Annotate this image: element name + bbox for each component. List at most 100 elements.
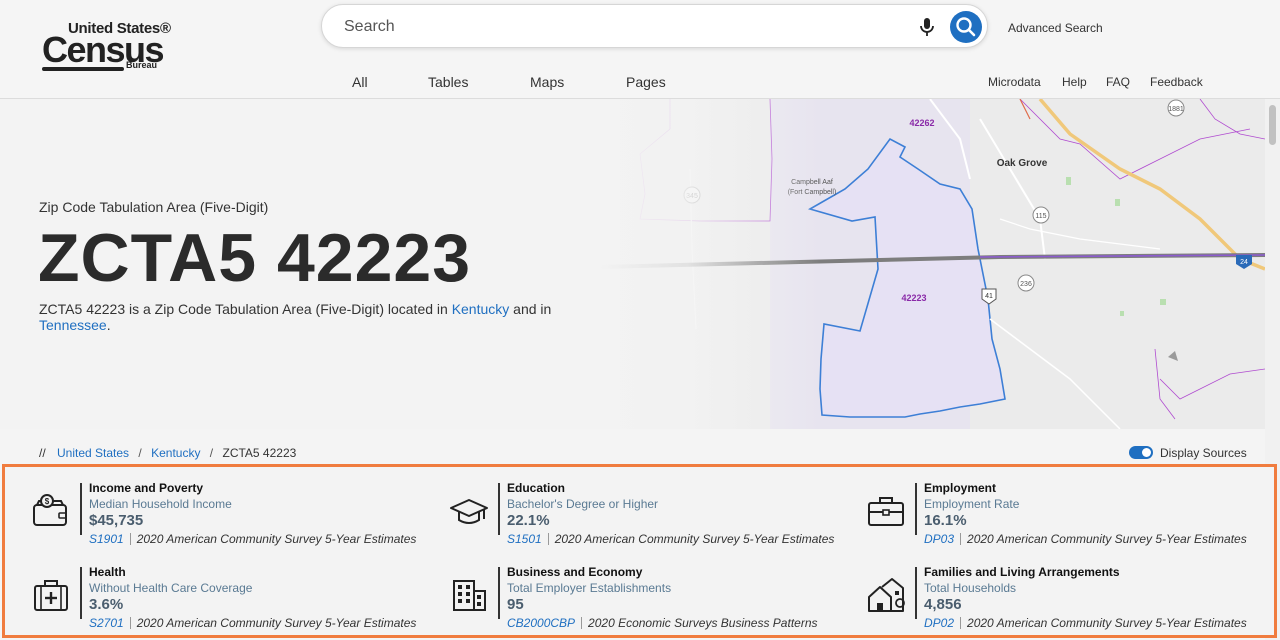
route-115-label: 115 (1035, 213, 1046, 220)
breadcrumb-separator: / (209, 446, 214, 460)
stat-divider (498, 567, 500, 619)
route-1881-label: 1881 (1168, 106, 1184, 113)
site-header: United States® Census Bureau Advanced Se… (0, 0, 1280, 99)
breadcrumb-current: ZCTA5 42223 (222, 446, 297, 460)
stat-source-text: 2020 American Community Survey 5-Year Es… (136, 532, 417, 546)
stat-value: 3.6% (89, 596, 124, 613)
zcta-42223-label: 42223 (901, 293, 926, 303)
display-sources-toggle[interactable] (1129, 446, 1153, 459)
oak-grove-label: Oak Grove (997, 158, 1048, 169)
scrollbar-thumb[interactable] (1269, 105, 1276, 145)
display-sources-label: Display Sources (1160, 446, 1247, 460)
stat-source-text: 2020 Economic Surveys Business Patterns (588, 616, 818, 630)
desc-prefix: ZCTA5 42223 is a Zip Code Tabulation Are… (39, 301, 452, 317)
building-icon (453, 580, 486, 611)
map-fade-overlay (600, 99, 820, 429)
interstate-24-label: 24 (1240, 259, 1248, 266)
tab-pages[interactable]: Pages (626, 74, 666, 90)
microdata-link[interactable]: Microdata (988, 75, 1041, 89)
stat-category: Families and Living Arrangements (924, 565, 1120, 579)
breadcrumb-kentucky[interactable]: Kentucky (151, 446, 200, 460)
tennessee-link[interactable]: Tennessee (39, 317, 107, 333)
stat-divider (498, 483, 500, 535)
search-icon (956, 17, 976, 37)
route-41-label: 41 (985, 293, 993, 300)
stat-category: Education (507, 481, 566, 495)
stat-value: 16.1% (924, 512, 967, 529)
table-code-link[interactable]: S1501 (507, 532, 542, 546)
stat-health[interactable]: Health Without Health Care Coverage 3.6%… (31, 565, 431, 635)
desc-mid: and in (509, 301, 552, 317)
microphone-icon[interactable] (916, 16, 938, 38)
stats-panel: $ Income and Poverty Median Household In… (2, 464, 1277, 638)
stat-metric: Median Household Income (89, 497, 232, 511)
stat-category: Health (89, 565, 126, 579)
stat-source: DP02 2020 American Community Survey 5-Yea… (924, 616, 1247, 630)
houses-icon (868, 578, 905, 612)
geo-description: ZCTA5 42223 is a Zip Code Tabulation Are… (39, 301, 559, 333)
geo-type-subtitle: Zip Code Tabulation Area (Five-Digit) (39, 199, 269, 215)
stat-value: 95 (507, 596, 524, 613)
help-link[interactable]: Help (1062, 75, 1087, 89)
stat-source-text: 2020 American Community Survey 5-Year Es… (136, 616, 417, 630)
stat-source: S2701 2020 American Community Survey 5-Ye… (89, 616, 416, 630)
tab-maps[interactable]: Maps (530, 74, 564, 90)
tab-tables[interactable]: Tables (428, 74, 468, 90)
stat-business-economy[interactable]: Business and Economy Total Employer Esta… (449, 565, 849, 635)
stat-source-text: 2020 American Community Survey 5-Year Es… (967, 532, 1247, 546)
search-bar (321, 4, 988, 48)
stat-divider (915, 483, 917, 535)
zcta-42262-label: 42262 (909, 118, 934, 128)
stat-divider (915, 567, 917, 619)
stat-value: 4,856 (924, 596, 962, 613)
advanced-search-link[interactable]: Advanced Search (1008, 21, 1103, 35)
kentucky-link[interactable]: Kentucky (452, 301, 510, 317)
stat-divider (80, 567, 82, 619)
stat-metric: Total Households (924, 581, 1017, 595)
stat-income-poverty[interactable]: $ Income and Poverty Median Household In… (31, 481, 431, 551)
medical-kit-icon (34, 580, 68, 611)
stat-source-text: 2020 American Community Survey 5-Year Es… (967, 616, 1247, 630)
table-code-link[interactable]: DP03 (924, 532, 954, 546)
table-code-link[interactable]: CB2000CBP (507, 616, 575, 630)
stat-source: S1501 2020 American Community Survey 5-Ye… (507, 532, 834, 546)
census-logo[interactable]: United States® Census Bureau (42, 20, 172, 74)
stat-category: Business and Economy (507, 565, 643, 579)
page-title: ZCTA5 42223 (38, 220, 472, 296)
stat-source: S1901 2020 American Community Survey 5-Ye… (89, 532, 416, 546)
stat-source: CB2000CBP 2020 Economic Surveys Business … (507, 616, 818, 630)
stat-divider (80, 483, 82, 535)
breadcrumb-separator: / (138, 446, 142, 460)
stat-source: DP03 2020 American Community Survey 5-Yea… (924, 532, 1247, 546)
faq-link[interactable]: FAQ (1106, 75, 1130, 89)
stat-source-text: 2020 American Community Survey 5-Year Es… (554, 532, 835, 546)
briefcase-icon (868, 497, 904, 526)
stat-value: $45,735 (89, 512, 144, 529)
stat-metric: Total Employer Establishments (507, 581, 672, 595)
wallet-icon: $ (33, 494, 67, 526)
breadcrumb: // United States / Kentucky / ZCTA5 4222… (39, 446, 296, 460)
table-code-link[interactable]: S1901 (89, 532, 124, 546)
breadcrumb-united-states[interactable]: United States (57, 446, 129, 460)
stat-metric: Employment Rate (924, 497, 1020, 511)
search-button[interactable] (950, 11, 982, 43)
graduation-cap-icon (450, 499, 488, 524)
feedback-link[interactable]: Feedback (1150, 75, 1203, 89)
table-code-link[interactable]: DP02 (924, 616, 954, 630)
table-code-link[interactable]: S2701 (89, 616, 124, 630)
stat-category: Employment (924, 481, 997, 495)
desc-suffix: . (106, 317, 111, 333)
stat-employment[interactable]: Employment Employment Rate 16.1% DP03 202… (866, 481, 1266, 551)
breadcrumb-prefix: // (39, 446, 46, 460)
search-input[interactable] (344, 15, 904, 39)
tab-all[interactable]: All (352, 74, 368, 90)
stat-category: Income and Poverty (89, 481, 204, 495)
route-236-label: 236 (1020, 281, 1032, 288)
stat-education[interactable]: Education Bachelor's Degree or Higher 22… (449, 481, 849, 551)
stat-metric: Without Health Care Coverage (89, 581, 253, 595)
hero-section: 345 115 236 41 1881 24 42262 42223 Oak G… (0, 99, 1265, 429)
logo-line3: Bureau (126, 60, 158, 70)
stat-families-living[interactable]: Families and Living Arrangements Total H… (866, 565, 1266, 635)
logo-underline (42, 67, 124, 71)
stat-metric: Bachelor's Degree or Higher (507, 497, 659, 511)
